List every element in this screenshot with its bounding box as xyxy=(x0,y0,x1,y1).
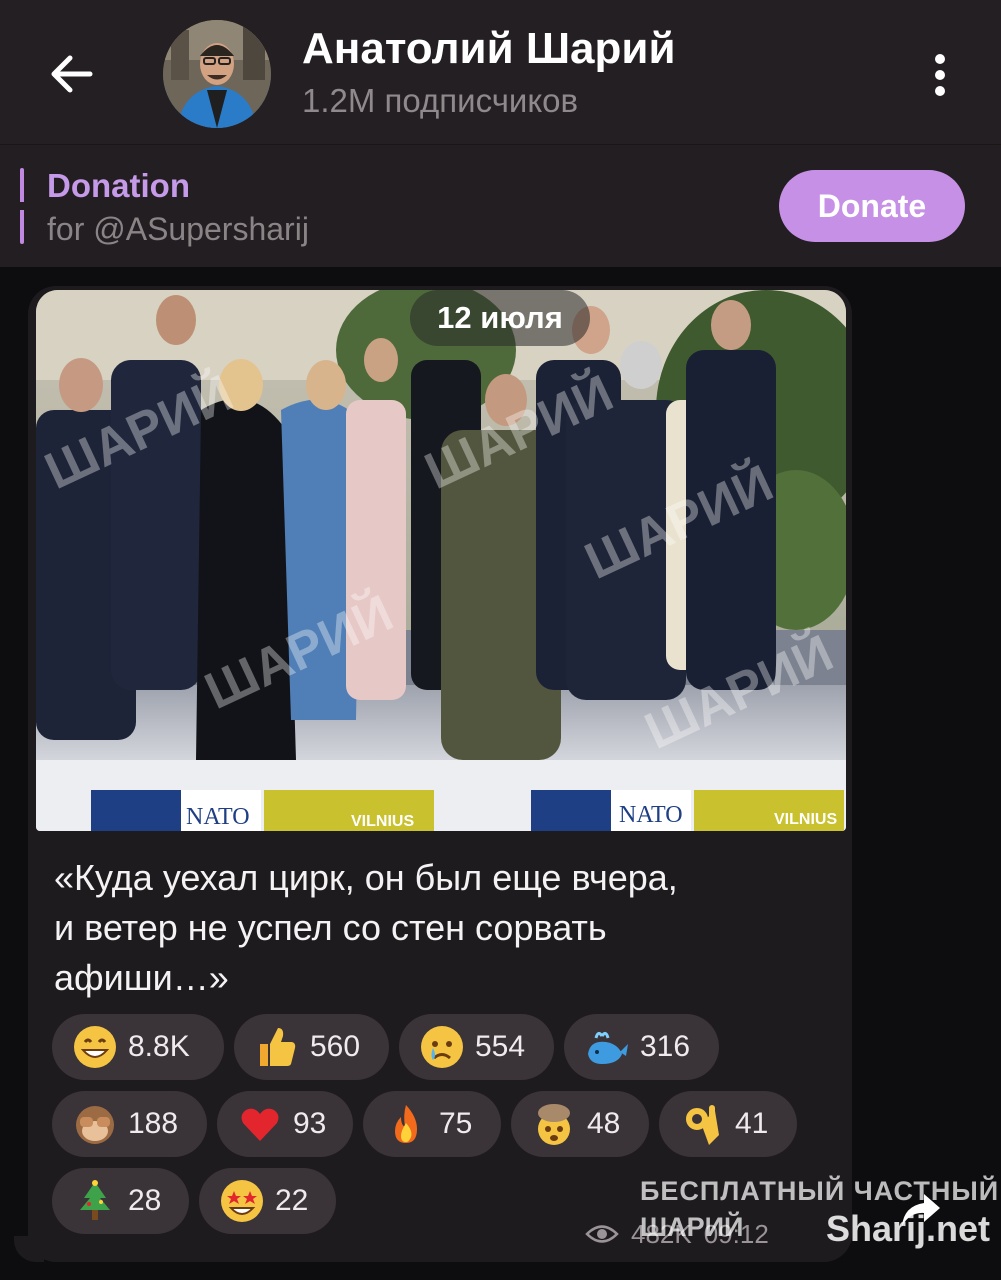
donate-button[interactable]: Donate xyxy=(779,170,965,242)
reaction-count: 188 xyxy=(128,1107,179,1140)
avatar-image xyxy=(163,20,271,128)
share-button[interactable] xyxy=(890,1180,950,1240)
reaction-count: 316 xyxy=(640,1030,691,1063)
back-button[interactable] xyxy=(36,42,106,106)
grin-icon xyxy=(72,1024,118,1070)
subscriber-count: 1.2M подписчиков xyxy=(302,82,579,119)
reaction-heart[interactable]: 93 xyxy=(217,1091,353,1157)
crying-face-icon xyxy=(419,1024,465,1070)
post-photo[interactable]: NATO VILNIUS NATO VILNIUS ШАРИЙ ШАРИЙ ША… xyxy=(36,290,846,831)
share-icon xyxy=(902,1194,940,1226)
whale-icon xyxy=(584,1024,630,1070)
donation-subtitle: for @ASupersharij xyxy=(47,211,309,247)
channel-title[interactable]: Анатолий Шарий xyxy=(302,24,676,74)
mind-blown-icon xyxy=(531,1101,577,1147)
caption-line: «Куда уехал цирк, он был еще вчера, xyxy=(54,857,678,898)
reaction-count: 28 xyxy=(128,1184,162,1217)
reaction-count: 41 xyxy=(735,1107,769,1140)
reaction-count: 48 xyxy=(587,1107,621,1140)
reaction-crying[interactable]: 554 xyxy=(399,1014,554,1080)
star-struck-icon xyxy=(219,1178,265,1224)
thumbs-up-icon xyxy=(254,1024,300,1070)
christmas-tree-icon xyxy=(72,1178,118,1224)
see-no-evil-icon xyxy=(72,1101,118,1147)
reaction-see-no-evil[interactable]: 188 xyxy=(52,1091,207,1157)
reaction-count: 93 xyxy=(293,1107,327,1140)
reaction-whale[interactable]: 316 xyxy=(564,1014,719,1080)
channel-header: Анатолий Шарий 1.2M подписчиков xyxy=(0,0,1001,145)
reaction-thumbs-up[interactable]: 560 xyxy=(234,1014,389,1080)
banner-vilnius-right: VILNIUS xyxy=(774,811,837,828)
more-options-button[interactable] xyxy=(910,45,970,105)
reaction-mind-blown[interactable]: 48 xyxy=(511,1091,649,1157)
eye-icon xyxy=(585,1225,619,1243)
banner-vilnius-left: VILNIUS xyxy=(351,813,414,830)
nato-summit-photo: NATO VILNIUS NATO VILNIUS ШАРИЙ ШАРИЙ ША… xyxy=(36,290,846,831)
reaction-count: 75 xyxy=(439,1107,473,1140)
reaction-ok-hand[interactable]: 41 xyxy=(659,1091,797,1157)
donation-title: Donation xyxy=(47,167,190,204)
heart-icon xyxy=(237,1101,283,1147)
arrow-left-icon xyxy=(51,55,93,93)
fire-icon xyxy=(383,1101,429,1147)
banner-nato-right: NATO xyxy=(619,802,683,828)
date-badge: 12 июля xyxy=(410,290,590,346)
overlay-watermark-line2: ШАРИЙ xyxy=(640,1212,744,1242)
reaction-count: 560 xyxy=(310,1030,361,1063)
banner-nato-left: NATO xyxy=(186,804,250,830)
reaction-count: 554 xyxy=(475,1030,526,1063)
reaction-grin[interactable]: 8.8K xyxy=(52,1014,224,1080)
post-caption: «Куда уехал цирк, он был еще вчера, и ве… xyxy=(54,853,814,1003)
more-vertical-icon xyxy=(935,54,945,96)
ok-hand-icon xyxy=(679,1101,725,1147)
reaction-christmas-tree[interactable]: 28 xyxy=(52,1168,189,1234)
caption-line: афиши…» xyxy=(54,957,229,998)
reaction-fire[interactable]: 75 xyxy=(363,1091,501,1157)
reaction-star-struck[interactable]: 22 xyxy=(199,1168,336,1234)
channel-avatar[interactable] xyxy=(163,20,271,128)
reaction-count: 22 xyxy=(275,1184,309,1217)
reaction-count: 8.8K xyxy=(128,1030,190,1063)
pinned-indicator xyxy=(20,168,24,244)
caption-line: и ветер не успел со стен сорвать xyxy=(54,907,607,948)
